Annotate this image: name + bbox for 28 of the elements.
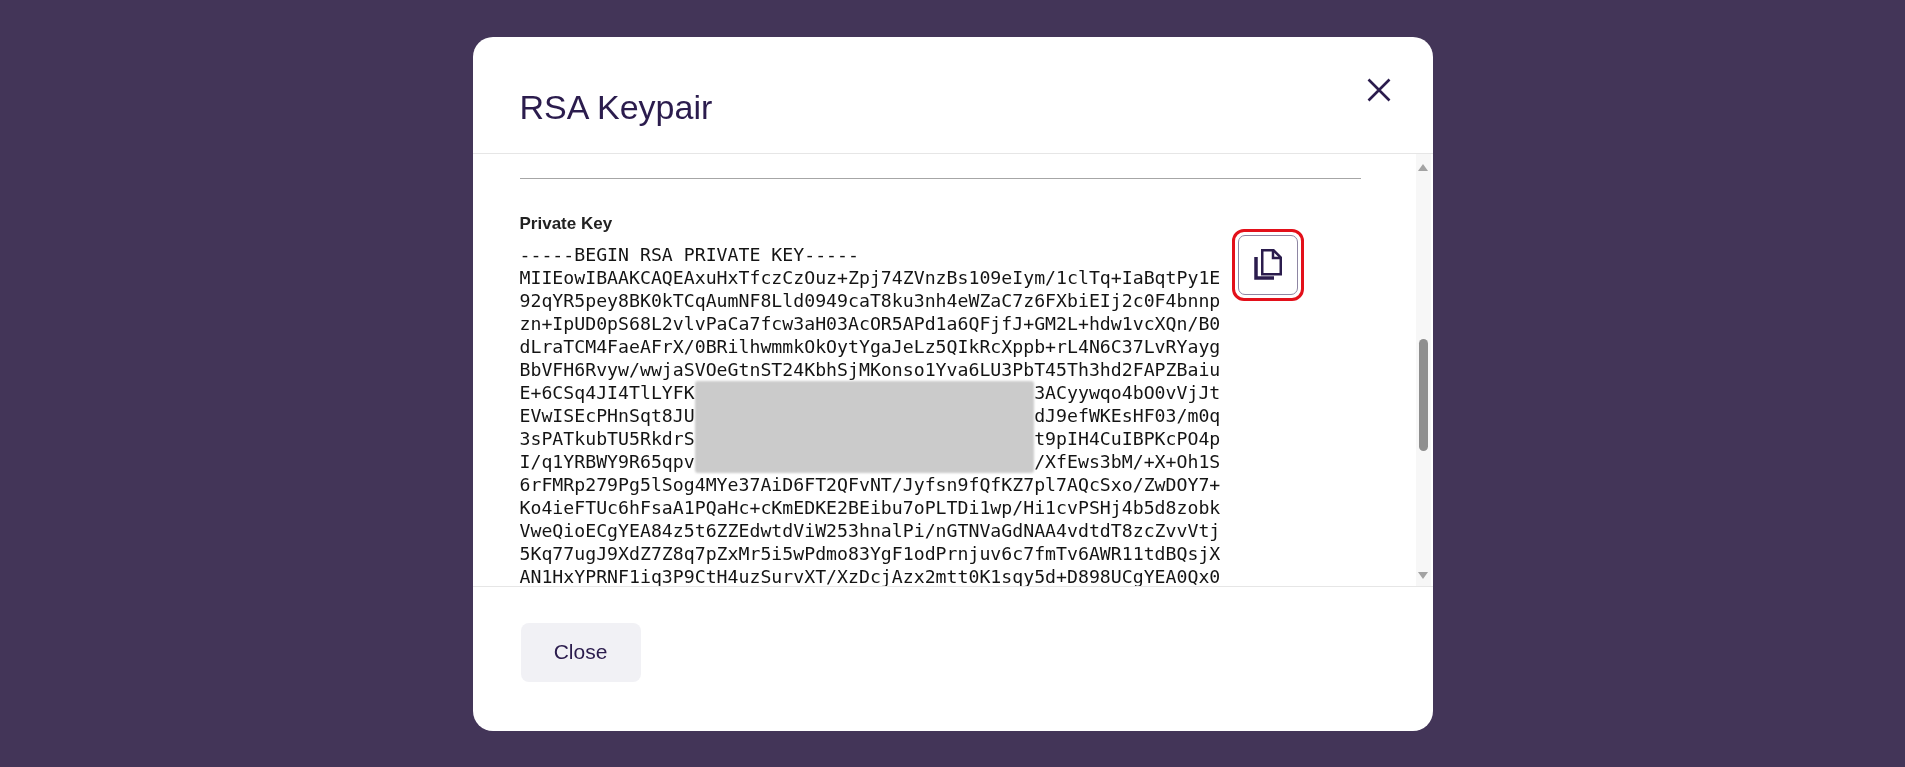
key-line: 6rFMRp279Pg5lSog4MYe37AiD6FT2QFvNT/Jyfsn9fQfKZ7pl7AQcSxo/ZwDOY7+ xyxy=(519,472,1221,496)
key-line-fragment: E+6CSq4JI4TlLYFK xyxy=(519,380,695,404)
key-line-fragment: /XfEws3bM/+X+Oh1S xyxy=(1034,449,1221,473)
dialog-title: RSA Keypair xyxy=(519,86,713,128)
copy-icon xyxy=(1254,249,1283,280)
section-label: Private Key xyxy=(519,212,613,235)
close-button[interactable]: Close xyxy=(520,622,641,682)
scrollbar-thumb[interactable] xyxy=(1418,338,1428,451)
key-line: VweQioECgYEA84z5t6ZZEdwtdViW253hnalPi/nGTNVaGdNAA4vdtdT8zcZvvVtj xyxy=(519,518,1221,542)
key-line-fragment: 3sPATkubTU5RkdrS xyxy=(519,426,695,450)
key-line: 92qYR5pey8BK0kTCqAumNF8Lld0949caT8ku3nh4eWZaC7z6FXbiEIj2c0F4bnnp xyxy=(519,288,1221,312)
key-line-fragment: EVwISEcPHnSqt8JU xyxy=(519,403,695,427)
key-line-fragment: 3ACyywqo4bO0vVjJt xyxy=(1034,380,1221,404)
key-line: AN1HxYPRNF1iq3P9CtH4uzSurvXT/XzDcjAzx2mtt0K1sqy5d+D898UCgYEA0Qx0 xyxy=(519,564,1221,586)
key-line-fragment: I/q1YRBWY9R65qpv xyxy=(519,449,695,473)
key-line: dLraTCM4FaeAFrX/0BRilhwmmkOkOytYgaJeLz5QIkRcXppb+rL4N6C37LvRYayg xyxy=(519,334,1221,358)
key-line-fragment: t9pIH4CuIBPKcPO4p xyxy=(1034,426,1221,450)
key-line: MIIEowIBAAKCAQEAxuHxTfczCzOuz+Zpj74ZVnzBs109eIym/1clTq+IaBqtPy1E xyxy=(519,265,1221,289)
key-line: zn+IpUD0pS68L2vlvPaCa7fcw3aH03AcOR5APd1a6QFjfJ+GM2L+hdw1vcXQn/B0 xyxy=(519,311,1221,335)
scroll-up-arrow-icon[interactable] xyxy=(1418,163,1428,171)
key-line: Ko4ieFTUc6hFsaA1PQaHc+cKmEDKE2BEibu7oPLTDi1wp/Hi1cvPSHj4b5d8zobk xyxy=(519,495,1221,519)
key-line-fragment: dJ9efWKEsHF03/m0q xyxy=(1034,403,1221,427)
scroll-down-arrow-icon[interactable] xyxy=(1418,571,1428,579)
key-line: 5Kq77ugJ9XdZ7Z8q7pZxMr5i5wPdmo83YgF1odPrnjuv6c7fmTv6AWR11tdBQsjX xyxy=(519,541,1221,565)
key-line: BbVFH6Rvyw/wwjaSVOeGtnST24KbhSjMKonso1Yva6LU3PbT45Th3hd2FAPZBaiu xyxy=(519,357,1221,381)
close-icon xyxy=(1366,77,1391,102)
key-line: -----BEGIN RSA PRIVATE KEY----- xyxy=(519,242,859,266)
copy-button[interactable] xyxy=(1238,234,1299,295)
